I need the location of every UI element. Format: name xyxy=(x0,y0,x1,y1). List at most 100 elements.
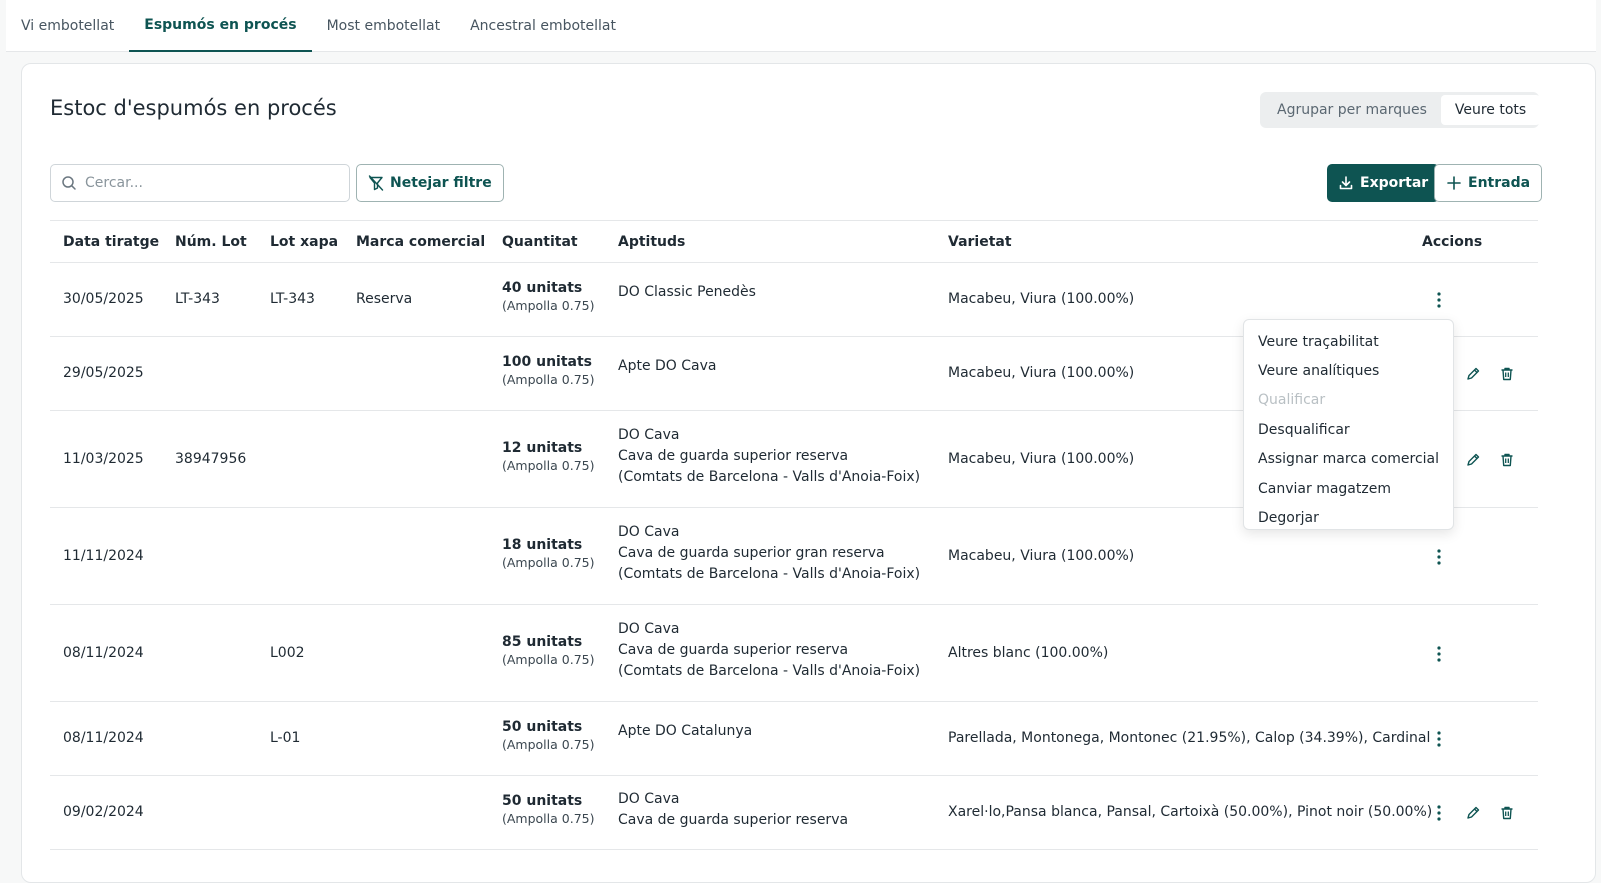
kebab-icon[interactable] xyxy=(1429,803,1449,823)
row-actions-menu: Veure traçabilitat Veure analítiques Quali… xyxy=(1243,319,1454,530)
cell-aptitudes: Apte DO Cava xyxy=(618,356,717,377)
stock-table: Data tiratge Núm. Lot Lot xapa Marca com… xyxy=(50,220,1538,850)
cell-quantity: 40 unitats (Ampolla 0.75) xyxy=(502,280,594,313)
aptitude-line: (Comtats de Barcelona - Valls d'Anoia-Fo… xyxy=(618,469,921,485)
col-marca-comercial[interactable]: Marca comercial xyxy=(356,234,485,250)
cell-cap-lot: LT-343 xyxy=(270,291,315,307)
cell-quantity: 100 unitats (Ampolla 0.75) xyxy=(502,354,594,387)
aptitude-line: DO Cava xyxy=(618,427,680,443)
cell-date: 11/11/2024 xyxy=(63,547,144,564)
cell-quantity: 85 unitats (Ampolla 0.75) xyxy=(502,634,594,667)
cell-quantity: 12 unitats (Ampolla 0.75) xyxy=(502,440,594,473)
aptitude-line: Apte DO Catalunya xyxy=(618,723,753,739)
menu-item-veure-tracabilitat[interactable]: Veure traçabilitat xyxy=(1244,327,1453,356)
table-header: Data tiratge Núm. Lot Lot xapa Marca com… xyxy=(50,220,1538,263)
trash-icon[interactable] xyxy=(1497,803,1517,823)
cell-variety: Macabeu, Viura (100.00%) xyxy=(948,547,1135,564)
menu-item-assignar-marca-comercial[interactable]: Assignar marca comercial xyxy=(1244,445,1453,474)
tab-most-embotellat[interactable]: Most embotellat xyxy=(312,0,456,51)
cell-variety: Macabeu, Viura (100.00%) xyxy=(948,291,1135,307)
tab-ancestral-embotellat[interactable]: Ancestral embotellat xyxy=(455,0,631,51)
page-title: Estoc d'espumós en procés xyxy=(50,96,337,120)
quantity-value: 85 unitats xyxy=(502,633,583,650)
plus-icon xyxy=(1447,176,1461,190)
cell-lot: LT-343 xyxy=(175,291,220,307)
pencil-icon[interactable] xyxy=(1463,803,1483,823)
clear-filter-button[interactable]: Netejar filtre xyxy=(356,164,504,202)
search-box xyxy=(50,164,350,202)
cell-aptitudes: DO Classic Penedès xyxy=(618,282,756,303)
cell-date: 08/11/2024 xyxy=(63,730,144,746)
aptitude-line: Apte DO Cava xyxy=(618,358,717,374)
menu-item-degorjar[interactable]: Degorjar xyxy=(1244,503,1453,532)
menu-item-desqualificar[interactable]: Desqualificar xyxy=(1244,415,1453,444)
export-label: Exportar xyxy=(1360,175,1429,191)
quantity-value: 40 unitats xyxy=(502,280,583,296)
download-icon xyxy=(1339,176,1353,190)
aptitude-line: DO Cava xyxy=(618,791,680,807)
filter-off-icon xyxy=(368,175,384,191)
col-data-tiratge[interactable]: Data tiratge xyxy=(63,234,159,250)
cell-date: 11/03/2025 xyxy=(63,450,144,467)
view-toggle: Agrupar per marques Veure tots xyxy=(1260,92,1541,128)
add-entry-button[interactable]: Entrada xyxy=(1434,164,1543,202)
aptitude-line: Cava de guarda superior reserva xyxy=(618,812,849,828)
cell-cap-lot: L002 xyxy=(270,644,305,661)
aptitude-line: Cava de guarda superior gran reserva xyxy=(618,545,885,561)
col-num-lot[interactable]: Núm. Lot xyxy=(175,234,247,250)
trash-icon[interactable] xyxy=(1497,364,1517,384)
cell-quantity: 18 unitats (Ampolla 0.75) xyxy=(502,537,594,570)
cell-quantity: 50 unitats (Ampolla 0.75) xyxy=(502,719,594,752)
tab-bar: Vi embotellat Espumós en procés Most emb… xyxy=(6,0,1596,52)
cell-aptitudes: DO Cava Cava de guarda superior reserva (C… xyxy=(618,619,920,682)
menu-item-qualificar: Qualificar xyxy=(1258,392,1326,409)
cell-quantity: 50 unitats (Ampolla 0.75) xyxy=(502,793,594,826)
kebab-icon[interactable] xyxy=(1429,547,1449,567)
trash-icon[interactable] xyxy=(1497,450,1517,470)
menu-item-veure-analitiques[interactable]: Veure analítiques xyxy=(1244,356,1453,385)
aptitude-line: DO Cava xyxy=(618,621,680,637)
cell-variety: Parellada, Montonega, Montonec (21.95%),… xyxy=(948,730,1431,746)
cell-date: 08/11/2024 xyxy=(63,644,144,661)
quantity-value: 18 unitats xyxy=(502,536,583,553)
col-lot-xapa[interactable]: Lot xapa xyxy=(270,234,338,250)
table-row: 08/11/2024 L002 85 unitats (Ampolla 0.75) DO… xyxy=(50,605,1538,702)
col-varietat[interactable]: Varietat xyxy=(948,234,1012,250)
quantity-value: 50 unitats xyxy=(502,719,583,735)
cell-variety: Xarel·lo,Pansa blanca, Pansal, Cartoixà … xyxy=(948,804,1433,820)
search-input[interactable] xyxy=(85,175,335,191)
kebab-icon[interactable] xyxy=(1429,644,1449,664)
search-icon xyxy=(62,176,76,190)
tab-espumos-en-proces[interactable]: Espumós en procés xyxy=(129,0,312,52)
quantity-unit: (Ampolla 0.75) xyxy=(502,298,595,313)
quantity-unit: (Ampolla 0.75) xyxy=(502,737,595,752)
tab-vi-embotellat[interactable]: Vi embotellat xyxy=(6,0,129,51)
quantity-value: 12 unitats xyxy=(502,439,583,456)
pencil-icon[interactable] xyxy=(1463,450,1483,470)
table-row: 09/02/2024 50 unitats (Ampolla 0.75) DO Cav… xyxy=(50,776,1538,850)
menu-item-canviar-magatzem[interactable]: Canviar magatzem xyxy=(1244,474,1453,503)
toggle-view-all[interactable]: Veure tots xyxy=(1440,95,1541,125)
cell-variety: Macabeu, Viura (100.00%) xyxy=(948,365,1135,381)
quantity-unit: (Ampolla 0.75) xyxy=(502,811,595,826)
quantity-unit: (Ampolla 0.75) xyxy=(502,372,595,387)
kebab-icon[interactable] xyxy=(1429,290,1449,310)
quantity-value: 50 unitats xyxy=(502,793,583,809)
kebab-icon[interactable] xyxy=(1429,729,1449,749)
aptitude-line: (Comtats de Barcelona - Valls d'Anoia-Fo… xyxy=(618,663,921,679)
table-row: 08/11/2024 L-01 50 unitats (Ampolla 0.75) Ap… xyxy=(50,702,1538,776)
cell-aptitudes: DO Cava Cava de guarda superior reserva (C… xyxy=(618,425,920,488)
cell-brand: Reserva xyxy=(356,291,413,307)
aptitude-line: Cava de guarda superior reserva xyxy=(618,642,849,658)
cell-lot: 38947956 xyxy=(175,450,247,467)
cell-variety: Macabeu, Viura (100.00%) xyxy=(948,450,1135,467)
col-aptituds[interactable]: Aptituds xyxy=(618,234,685,250)
col-quantitat[interactable]: Quantitat xyxy=(502,234,578,250)
quantity-unit: (Ampolla 0.75) xyxy=(502,457,595,473)
toggle-group-by-brand[interactable]: Agrupar per marques xyxy=(1263,95,1441,125)
quantity-unit: (Ampolla 0.75) xyxy=(502,554,595,570)
quantity-unit: (Ampolla 0.75) xyxy=(502,651,595,667)
export-button[interactable]: Exportar xyxy=(1327,164,1440,202)
pencil-icon[interactable] xyxy=(1463,364,1483,384)
cell-date: 30/05/2025 xyxy=(63,291,144,307)
